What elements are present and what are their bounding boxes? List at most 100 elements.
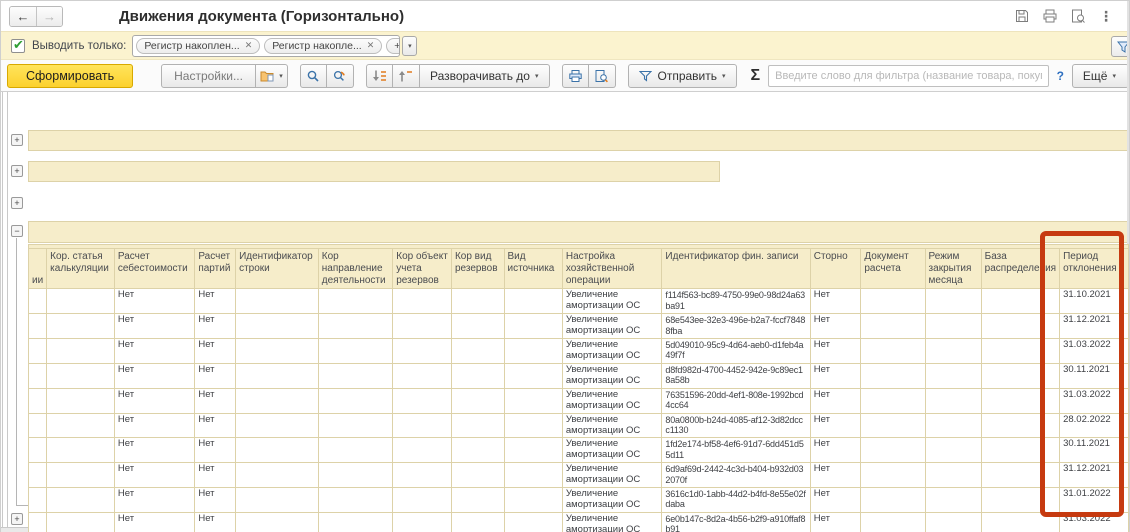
- print-toolbar-button[interactable]: [562, 64, 589, 88]
- cell[interactable]: Нет: [114, 463, 194, 488]
- cell[interactable]: Нет: [114, 512, 194, 532]
- cell[interactable]: 28.02.2022: [1060, 413, 1129, 438]
- forward-button[interactable]: →: [36, 7, 62, 26]
- totals-sigma-button[interactable]: Σ: [751, 67, 761, 85]
- cell[interactable]: [925, 463, 981, 488]
- cell[interactable]: [236, 363, 319, 388]
- cell[interactable]: 5d049010-95c9-4d64-aeb0-d1feb4a49f7f: [662, 339, 810, 364]
- cell[interactable]: Нет: [810, 512, 861, 532]
- column-header[interactable]: Настройка хозяйственной операции: [562, 249, 662, 289]
- column-header[interactable]: Вид источника: [504, 249, 562, 289]
- cell[interactable]: [236, 314, 319, 339]
- cell[interactable]: 31.03.2022: [1060, 339, 1129, 364]
- cell[interactable]: [47, 512, 115, 532]
- cell[interactable]: [47, 413, 115, 438]
- cell[interactable]: [318, 289, 392, 314]
- report-variants-button[interactable]: ▾: [256, 64, 288, 88]
- cell[interactable]: [318, 463, 392, 488]
- cell[interactable]: [861, 463, 925, 488]
- cell[interactable]: Нет: [810, 388, 861, 413]
- cell[interactable]: [504, 339, 562, 364]
- more-menu-button[interactable]: ⋮: [1097, 7, 1115, 25]
- cell[interactable]: [393, 463, 452, 488]
- register-chip-more[interactable]: +19 ∨: [386, 38, 400, 54]
- cell[interactable]: 31.03.2022: [1060, 512, 1129, 532]
- cell[interactable]: Увеличение амортизации ОС: [562, 512, 662, 532]
- cell[interactable]: [861, 289, 925, 314]
- search-button[interactable]: [300, 64, 327, 88]
- expand-to-button[interactable]: Разворачивать до ▾: [420, 64, 550, 88]
- cell[interactable]: [861, 488, 925, 513]
- cell[interactable]: [981, 339, 1059, 364]
- cell[interactable]: Увеличение амортизации ОС: [562, 388, 662, 413]
- cell[interactable]: [318, 339, 392, 364]
- cell[interactable]: Нет: [195, 488, 236, 513]
- cell[interactable]: [393, 512, 452, 532]
- cell[interactable]: [451, 512, 504, 532]
- column-header[interactable]: ии: [29, 249, 47, 289]
- cell[interactable]: Увеличение амортизации ОС: [562, 413, 662, 438]
- cell[interactable]: 6e0b147c-8d2a-4b56-b2f9-a910ffaf8b91: [662, 512, 810, 532]
- cell[interactable]: [47, 363, 115, 388]
- cell[interactable]: [981, 438, 1059, 463]
- print-button[interactable]: [1041, 7, 1059, 25]
- cell[interactable]: [236, 463, 319, 488]
- column-header[interactable]: Кор направление деятельности: [318, 249, 392, 289]
- cell[interactable]: [861, 438, 925, 463]
- cell[interactable]: [29, 463, 47, 488]
- cell[interactable]: [925, 512, 981, 532]
- cell[interactable]: [451, 438, 504, 463]
- collapse-group-4-button[interactable]: −: [11, 225, 23, 237]
- cell[interactable]: [47, 488, 115, 513]
- cell[interactable]: [925, 314, 981, 339]
- cell[interactable]: Нет: [114, 488, 194, 513]
- cell[interactable]: Увеличение амортизации ОС: [562, 488, 662, 513]
- cell[interactable]: Нет: [195, 463, 236, 488]
- register-chip-2[interactable]: Регистр накопле... ✕: [264, 38, 382, 54]
- cell[interactable]: [981, 413, 1059, 438]
- cell[interactable]: [861, 512, 925, 532]
- cell[interactable]: 76351596-20dd-4ef1-808e-1992bcd4cc64: [662, 388, 810, 413]
- cell[interactable]: [504, 314, 562, 339]
- cell[interactable]: d8fd982d-4700-4452-942e-9c89ec18a58b: [662, 363, 810, 388]
- cell[interactable]: [925, 289, 981, 314]
- cell[interactable]: [393, 488, 452, 513]
- cell[interactable]: 31.01.2022: [1060, 488, 1129, 513]
- cell[interactable]: 1fd2e174-bf58-4ef6-91d7-6dd451d55d11: [662, 438, 810, 463]
- preview-button[interactable]: [1069, 7, 1087, 25]
- cell[interactable]: [451, 388, 504, 413]
- cell[interactable]: Нет: [195, 512, 236, 532]
- cell[interactable]: [925, 363, 981, 388]
- cell[interactable]: Нет: [195, 413, 236, 438]
- cell[interactable]: 3616c1d0-1abb-44d2-b4fd-8e55e02fdaba: [662, 488, 810, 513]
- print-preview-button[interactable]: [589, 64, 616, 88]
- cell[interactable]: [47, 314, 115, 339]
- cell[interactable]: [47, 438, 115, 463]
- cell[interactable]: 31.12.2021: [1060, 463, 1129, 488]
- column-header[interactable]: Идентификатор строки: [236, 249, 319, 289]
- cell[interactable]: [451, 488, 504, 513]
- search-next-button[interactable]: [327, 64, 354, 88]
- collapse-all-button[interactable]: [393, 64, 420, 88]
- cell[interactable]: [861, 314, 925, 339]
- cell[interactable]: [504, 413, 562, 438]
- expand-group-5-button[interactable]: +: [11, 513, 23, 525]
- cell[interactable]: Нет: [810, 339, 861, 364]
- cell[interactable]: Нет: [195, 339, 236, 364]
- cell[interactable]: [504, 289, 562, 314]
- column-header[interactable]: Расчет себестоимости: [114, 249, 194, 289]
- cell[interactable]: [318, 438, 392, 463]
- cell[interactable]: 31.10.2021: [1060, 289, 1129, 314]
- cell[interactable]: [47, 463, 115, 488]
- cell[interactable]: [393, 314, 452, 339]
- cell[interactable]: [393, 339, 452, 364]
- cell[interactable]: [29, 438, 47, 463]
- column-header[interactable]: Идентификатор фин. записи: [662, 249, 810, 289]
- cell[interactable]: [47, 388, 115, 413]
- cell[interactable]: [318, 363, 392, 388]
- cell[interactable]: [981, 463, 1059, 488]
- column-header[interactable]: Сторно: [810, 249, 861, 289]
- cell[interactable]: [925, 488, 981, 513]
- cell[interactable]: Нет: [810, 438, 861, 463]
- cell[interactable]: Увеличение амортизации ОС: [562, 463, 662, 488]
